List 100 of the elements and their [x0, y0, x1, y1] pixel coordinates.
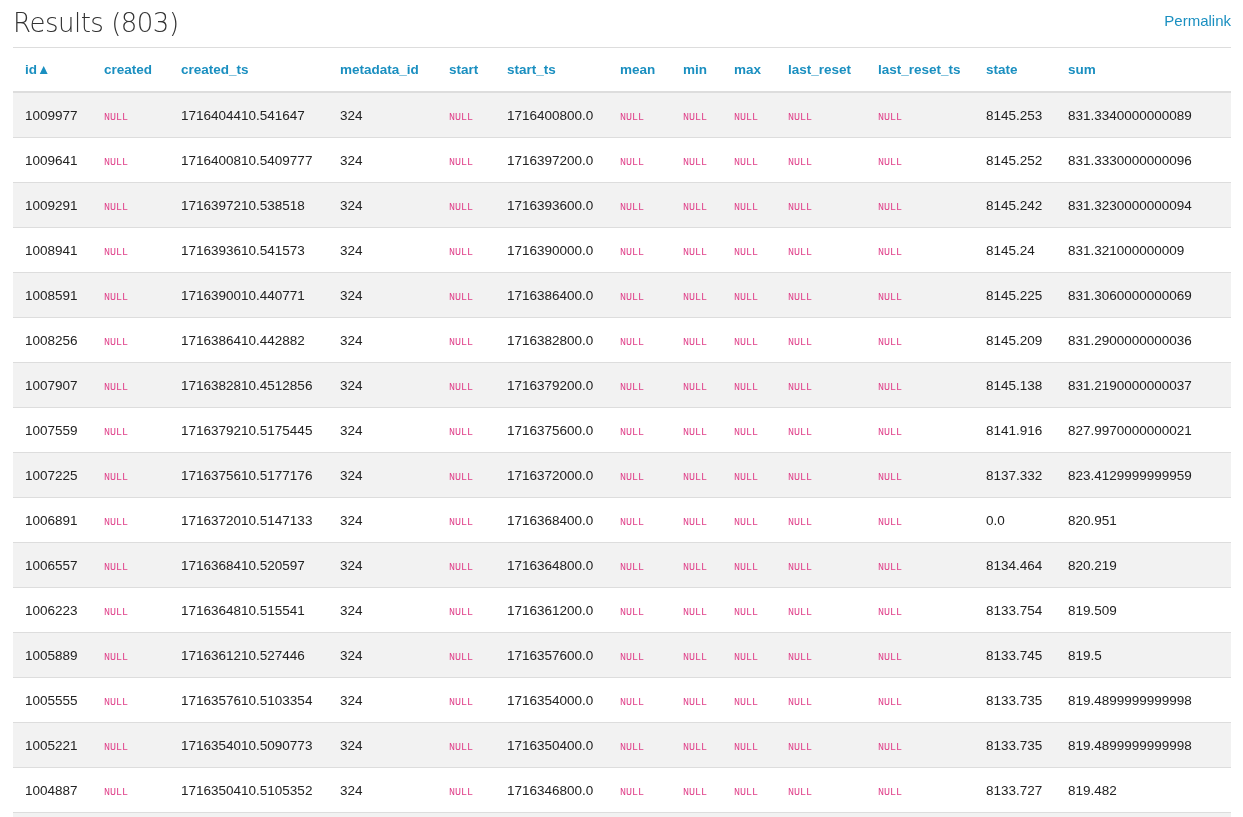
table-cell: 324 [340, 782, 363, 798]
null-value: NULL [734, 561, 758, 573]
table-cell: 324 [340, 737, 363, 753]
null-value: NULL [734, 246, 758, 258]
table-cell: 8141.916 [986, 422, 1043, 438]
table-cell: 831.3230000000094 [1068, 197, 1192, 213]
table-cell: 1716361210.527446 [181, 647, 305, 663]
null-value: NULL [734, 651, 758, 663]
table-cell: 1008256 [25, 332, 78, 348]
null-value: NULL [788, 561, 812, 573]
table-cell: 324 [340, 602, 363, 618]
null-value: NULL [104, 741, 128, 753]
table-cell: 8133.735 [986, 737, 1043, 753]
table-cell: 8145.242 [986, 197, 1043, 213]
column-header[interactable]: last_reset [788, 62, 852, 77]
null-value: NULL [620, 651, 644, 663]
permalink-link[interactable]: Permalink [1164, 12, 1231, 29]
column-header[interactable]: start_ts [507, 62, 556, 77]
table-cell: 1006223 [25, 602, 78, 618]
null-value: NULL [449, 696, 473, 708]
table-cell: 819.4899999999998 [1068, 737, 1192, 753]
table-cell: 8133.745 [986, 647, 1043, 663]
table-cell: 1716393610.541573 [181, 242, 305, 258]
table-cell: 1716346800.0 [507, 782, 594, 798]
null-value: NULL [878, 516, 902, 528]
null-value: NULL [788, 381, 812, 393]
null-value: NULL [734, 111, 758, 123]
null-value: NULL [683, 336, 707, 348]
null-value: NULL [683, 201, 707, 213]
table-cell: 1004887 [25, 782, 78, 798]
null-value: NULL [734, 156, 758, 168]
null-value: NULL [878, 606, 902, 618]
table-cell: 1716382810.4512856 [181, 377, 313, 393]
column-header[interactable]: state [986, 62, 1018, 77]
table-cell: 1716368410.520597 [181, 557, 305, 573]
null-value: NULL [449, 471, 473, 483]
table-cell: 1716397200.0 [507, 152, 594, 168]
table-cell: 831.3340000000089 [1068, 107, 1192, 123]
table-cell: 1006891 [25, 512, 78, 528]
column-header[interactable]: min [683, 62, 707, 77]
null-value: NULL [788, 696, 812, 708]
null-value: NULL [104, 606, 128, 618]
table-cell: 1716350400.0 [507, 737, 594, 753]
table-cell: 831.321000000009 [1068, 242, 1185, 258]
table-cell: 8145.209 [986, 332, 1043, 348]
null-value: NULL [788, 426, 812, 438]
table-cell: 324 [340, 422, 363, 438]
null-value: NULL [449, 381, 473, 393]
table-cell: 8145.252 [986, 152, 1043, 168]
table-cell: 324 [340, 242, 363, 258]
null-value: NULL [878, 336, 902, 348]
column-header[interactable]: sum [1068, 62, 1096, 77]
table-cell: 1716368400.0 [507, 512, 594, 528]
table-cell: 1009291 [25, 197, 78, 213]
null-value: NULL [104, 651, 128, 663]
null-value: NULL [620, 471, 644, 483]
table-cell: 1005889 [25, 647, 78, 663]
table-cell: 1009977 [25, 107, 78, 123]
table-cell: 1005221 [25, 737, 78, 753]
null-value: NULL [449, 786, 473, 798]
null-value: NULL [104, 426, 128, 438]
table-cell: 1716397210.538518 [181, 197, 305, 213]
table-cell: 819.5 [1068, 647, 1102, 663]
table-cell: 1716386400.0 [507, 287, 594, 303]
column-header[interactable]: last_reset_ts [878, 62, 961, 77]
table-cell: 827.9970000000021 [1068, 422, 1192, 438]
null-value: NULL [734, 786, 758, 798]
null-value: NULL [878, 696, 902, 708]
null-value: NULL [734, 516, 758, 528]
table-cell: 8145.24 [986, 242, 1035, 258]
column-header[interactable]: created [104, 62, 153, 77]
column-header[interactable]: mean [620, 62, 656, 77]
table-cell: 8133.735 [986, 692, 1043, 708]
column-header[interactable]: id▲ [25, 62, 51, 77]
table-cell: 1716357600.0 [507, 647, 594, 663]
null-value: NULL [683, 471, 707, 483]
table-cell: 1716375610.5177176 [181, 467, 313, 483]
column-header[interactable]: start [449, 62, 479, 77]
table-cell: 1007559 [25, 422, 78, 438]
null-value: NULL [734, 381, 758, 393]
null-value: NULL [788, 201, 812, 213]
null-value: NULL [734, 201, 758, 213]
null-value: NULL [620, 786, 644, 798]
table-cell: 324 [340, 467, 363, 483]
column-header[interactable]: created_ts [181, 62, 249, 77]
null-value: NULL [620, 516, 644, 528]
table-cell: 1006557 [25, 557, 78, 573]
null-value: NULL [104, 246, 128, 258]
null-value: NULL [683, 156, 707, 168]
null-value: NULL [620, 381, 644, 393]
null-value: NULL [104, 111, 128, 123]
null-value: NULL [683, 246, 707, 258]
null-value: NULL [878, 156, 902, 168]
null-value: NULL [683, 606, 707, 618]
null-value: NULL [734, 741, 758, 753]
table-cell: 324 [340, 197, 363, 213]
column-header[interactable]: max [734, 62, 762, 77]
column-header[interactable]: metadata_id [340, 62, 419, 77]
null-value: NULL [449, 741, 473, 753]
table-cell: 1716354000.0 [507, 692, 594, 708]
